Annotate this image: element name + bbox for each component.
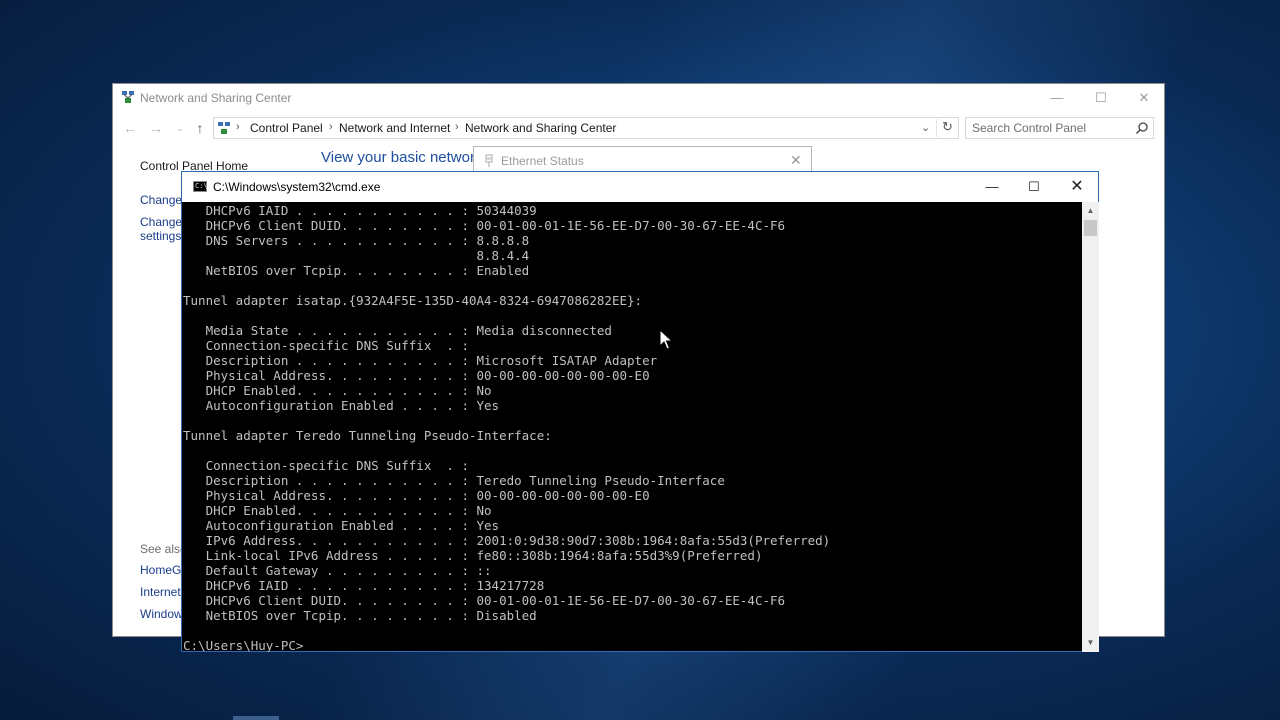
console-line: Description . . . . . . . . . . . : Tere…: [183, 473, 725, 488]
cmd-icon: C:\: [193, 181, 208, 192]
sidebar-homegroup-link[interactable]: HomeGr: [140, 563, 185, 577]
scroll-up-icon[interactable]: ▲: [1082, 203, 1099, 219]
console-line: Connection-specific DNS Suffix . :: [183, 458, 469, 473]
sidebar-change-adapter-link[interactable]: Change: [140, 193, 182, 207]
maximize-button[interactable]: ☐: [1011, 172, 1057, 202]
console-line: Tunnel adapter Teredo Tunneling Pseudo-I…: [183, 428, 552, 443]
breadcrumb-control-panel[interactable]: Control Panel: [250, 121, 323, 135]
address-dropdown-icon[interactable]: ⌄: [921, 121, 930, 134]
console-line: DHCPv6 IAID . . . . . . . . . . . : 5034…: [183, 203, 537, 218]
refresh-icon[interactable]: ↻: [936, 119, 958, 137]
console-line: DNS Servers . . . . . . . . . . . : 8.8.…: [183, 233, 530, 248]
console-line: IPv6 Address. . . . . . . . . . . : 2001…: [183, 533, 831, 548]
console-line: DHCPv6 Client DUID. . . . . . . . : 00-0…: [183, 218, 786, 233]
close-button[interactable]: ✕: [1054, 172, 1100, 202]
navigation-bar: ← → ⌄ ↑ › Control Panel › Network and In…: [113, 114, 1164, 142]
cmd-title-bar[interactable]: C:\ C:\Windows\system32\cmd.exe — ☐ ✕: [182, 172, 1098, 202]
console-line: NetBIOS over Tcpip. . . . . . . . : Enab…: [183, 263, 530, 278]
console-line: C:\Users\Huy-PC>: [183, 638, 304, 652]
sidebar-settings-link[interactable]: settings: [140, 229, 181, 243]
window-title-bar[interactable]: Network and Sharing Center — ☐ ✕: [113, 84, 1164, 112]
console-line: Physical Address. . . . . . . . . : 00-0…: [183, 488, 650, 503]
console-line: Physical Address. . . . . . . . . : 00-0…: [183, 368, 650, 383]
console-output[interactable]: DHCPv6 IAID . . . . . . . . . . . : 5034…: [182, 202, 1082, 652]
console-line: DHCP Enabled. . . . . . . . . . . : No: [183, 383, 492, 398]
see-also-heading: See also: [140, 542, 187, 556]
breadcrumb-separator-icon[interactable]: ›: [236, 121, 240, 133]
console-line: Link-local IPv6 Address . . . . . : fe80…: [183, 548, 763, 563]
console-line: DHCP Enabled. . . . . . . . . . . : No: [183, 503, 492, 518]
breadcrumb-separator-icon[interactable]: ›: [329, 121, 333, 133]
sidebar-internet-options-link[interactable]: Internet: [140, 585, 181, 599]
close-icon[interactable]: ✕: [790, 152, 802, 169]
search-input[interactable]: [972, 120, 1122, 136]
breadcrumb-network-sharing-center[interactable]: Network and Sharing Center: [465, 121, 616, 135]
breadcrumb-separator-icon[interactable]: ›: [455, 121, 459, 133]
console-line: Default Gateway . . . . . . . . . : ::: [183, 563, 492, 578]
search-box[interactable]: [965, 117, 1154, 139]
console-line: DHCPv6 IAID . . . . . . . . . . . : 1342…: [183, 578, 545, 593]
console-line: Media State . . . . . . . . . . . : Medi…: [183, 323, 612, 338]
up-arrow-icon[interactable]: ↑: [191, 118, 209, 138]
back-arrow-icon[interactable]: ←: [121, 118, 139, 138]
maximize-button[interactable]: ☐: [1078, 84, 1124, 112]
console-line: Tunnel adapter isatap.{932A4F5E-135D-40A…: [183, 293, 643, 308]
console-line: Description . . . . . . . . . . . : Micr…: [183, 353, 658, 368]
control-panel-icon: [218, 122, 230, 134]
scroll-thumb[interactable]: [1084, 220, 1097, 236]
window-title: Network and Sharing Center: [140, 91, 292, 105]
close-button[interactable]: ✕: [1121, 84, 1167, 112]
sidebar-change-sharing-link[interactable]: Change: [140, 215, 182, 229]
ethernet-status-title: Ethernet Status: [501, 154, 584, 168]
cmd-window: C:\ C:\Windows\system32\cmd.exe — ☐ ✕ DH…: [181, 171, 1099, 652]
scroll-down-icon[interactable]: ▼: [1082, 635, 1099, 651]
console-line: NetBIOS over Tcpip. . . . . . . . : Disa…: [183, 608, 537, 623]
page-heading: View your basic networ: [321, 149, 475, 166]
minimize-button[interactable]: —: [969, 172, 1015, 202]
console-line: DHCPv6 Client DUID. . . . . . . . : 00-0…: [183, 593, 786, 608]
console-line: Connection-specific DNS Suffix . :: [183, 338, 469, 353]
console-line: Autoconfiguration Enabled . . . . : Yes: [183, 518, 500, 533]
taskbar-item[interactable]: [233, 716, 279, 720]
address-bar[interactable]: › Control Panel › Network and Internet ›…: [213, 117, 959, 139]
vertical-scrollbar[interactable]: ▲ ▼: [1082, 202, 1099, 652]
mouse-cursor-icon: [659, 329, 673, 350]
ethernet-icon: [485, 154, 493, 167]
sidebar-windows-firewall-link[interactable]: Window: [140, 607, 183, 621]
console-line: 8.8.4.4: [183, 248, 530, 263]
cmd-window-title: C:\Windows\system32\cmd.exe: [213, 180, 381, 194]
breadcrumb-network-internet[interactable]: Network and Internet: [339, 121, 450, 135]
minimize-button[interactable]: —: [1034, 84, 1080, 112]
recent-locations-chevron-icon[interactable]: ⌄: [171, 118, 189, 138]
console-line: Autoconfiguration Enabled . . . . : Yes: [183, 398, 500, 413]
network-center-icon: [122, 91, 134, 103]
search-icon[interactable]: [1134, 120, 1150, 136]
forward-arrow-icon[interactable]: →: [147, 118, 165, 138]
